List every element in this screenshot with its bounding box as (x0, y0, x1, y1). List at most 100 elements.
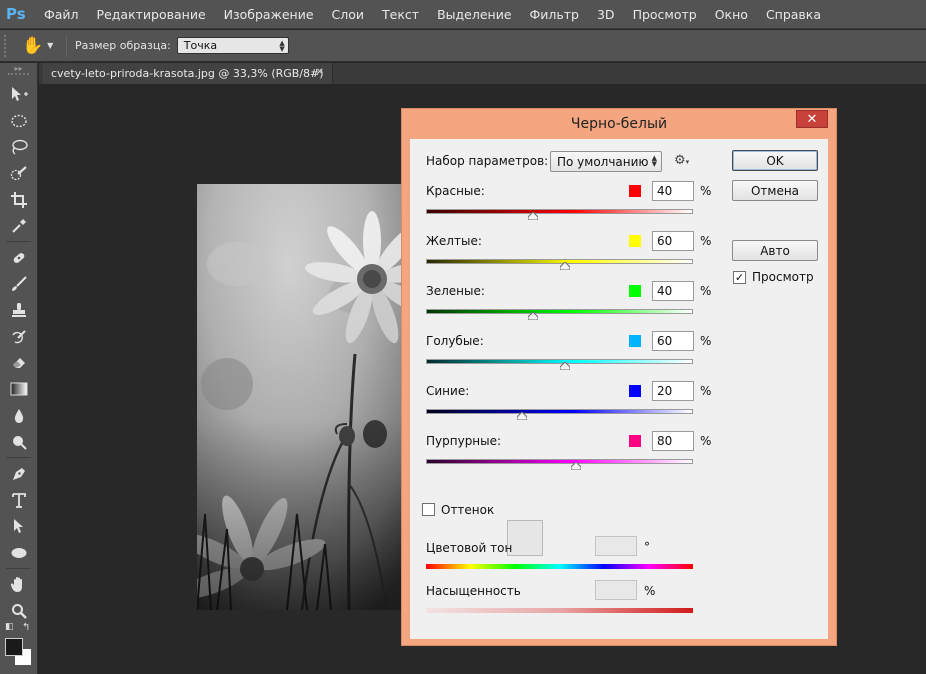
menu-select[interactable]: Выделение (437, 7, 511, 22)
slider-thumb[interactable] (517, 412, 528, 420)
dropdown-arrow-icon: ▼ (47, 41, 54, 50)
slider-track[interactable] (426, 459, 693, 464)
sample-size-select[interactable]: Точка ▲ ▼ (176, 37, 289, 54)
eraser-icon[interactable] (0, 350, 38, 376)
document-image[interactable] (197, 184, 402, 610)
eyedropper-icon[interactable] (0, 213, 38, 239)
menu-image[interactable]: Изображение (224, 7, 314, 22)
saturation-slider-track[interactable] (426, 608, 693, 613)
tools-divider (6, 568, 31, 570)
slider-color-swatch (629, 435, 641, 447)
slider-track[interactable] (426, 409, 693, 414)
menu-view[interactable]: Просмотр (633, 7, 697, 22)
preset-label: Набор параметров: (426, 154, 549, 168)
preview-checkbox[interactable]: ✓ (733, 271, 746, 284)
menu-filter[interactable]: Фильтр (530, 7, 579, 22)
default-colors-icon[interactable]: ◧ (5, 622, 14, 632)
hand-tool-icon[interactable] (0, 571, 38, 597)
swap-colors-icon[interactable]: ↰ (22, 622, 30, 633)
clone-stamp-icon[interactable] (0, 297, 38, 323)
document-tab-bar: cvety-leto-priroda-krasota.jpg @ 33,3% (… (39, 63, 926, 84)
dialog-title[interactable]: Черно-белый (402, 109, 836, 139)
hue-unit: ° (644, 540, 650, 554)
options-bar: ✋ ▼ Размер образца: Точка ▲ ▼ (0, 30, 926, 62)
spinner-arrows-icon: ▲ ▼ (651, 154, 657, 168)
tint-color-swatch[interactable] (507, 520, 543, 556)
slider-value-input[interactable]: 20 (652, 381, 694, 401)
slider-value-input[interactable]: 40 (652, 181, 694, 201)
saturation-unit: % (644, 584, 656, 598)
pen-icon[interactable] (0, 460, 38, 486)
slider-thumb[interactable] (559, 362, 570, 370)
history-brush-icon[interactable] (0, 324, 38, 350)
slider-value-input[interactable]: 60 (652, 331, 694, 351)
dialog-close-button[interactable]: ✕ (796, 110, 828, 128)
foreground-color-swatch[interactable] (5, 638, 23, 656)
tint-label: Оттенок (441, 503, 495, 517)
close-document-icon[interactable]: ✕ (316, 67, 324, 78)
slider-color-swatch (629, 235, 641, 247)
document-tab-title: cvety-leto-priroda-krasota.jpg @ 33,3% (… (51, 67, 324, 80)
saturation-input[interactable] (595, 580, 637, 600)
slider-track[interactable] (426, 209, 693, 214)
dodge-icon[interactable] (0, 429, 38, 455)
hand-icon: ✋ (22, 35, 44, 56)
menu-3d[interactable]: 3D (597, 7, 615, 22)
menu-window[interactable]: Окно (715, 7, 748, 22)
slider-percent-sign: % (700, 184, 712, 198)
slider-thumb[interactable] (559, 262, 570, 270)
tools-panel-grip[interactable] (8, 73, 29, 81)
menu-edit[interactable]: Редактирование (97, 7, 206, 22)
tool-preset-picker[interactable]: ✋ ▼ (22, 36, 58, 56)
slider-percent-sign: % (700, 434, 712, 448)
move-tool-icon[interactable] (0, 81, 38, 107)
hue-slider-track[interactable] (426, 564, 693, 569)
brush-icon[interactable] (0, 271, 38, 297)
menu-type[interactable]: Текст (382, 7, 419, 22)
slider-color-swatch (629, 285, 641, 297)
hue-input[interactable] (595, 536, 637, 556)
menu-help[interactable]: Справка (766, 7, 821, 22)
slider-color-swatch (629, 185, 641, 197)
preset-value: По умолчанию (557, 154, 649, 169)
menu-file[interactable]: Файл (44, 7, 79, 22)
dialog-body: Набор параметров: По умолчанию ▲ ▼ ⚙▾ OK … (410, 139, 828, 639)
lasso-icon[interactable] (0, 134, 38, 160)
preset-select[interactable]: По умолчанию ▲ ▼ (550, 151, 662, 172)
type-icon[interactable] (0, 487, 38, 513)
gear-icon[interactable]: ⚙▾ (674, 153, 689, 168)
slider-percent-sign: % (700, 234, 712, 248)
spinner-arrows-icon: ▲ ▼ (279, 38, 285, 53)
healing-brush-icon[interactable] (0, 244, 38, 270)
gradient-icon[interactable] (0, 376, 38, 402)
elliptical-marquee-icon[interactable] (0, 107, 38, 133)
cancel-button[interactable]: Отмена (732, 180, 818, 201)
blur-icon[interactable] (0, 403, 38, 429)
panel-collapse-icon[interactable]: ▸▸ (0, 63, 37, 73)
slider-color-swatch (629, 335, 641, 347)
ok-button[interactable]: OK (732, 150, 818, 171)
slider-thumb[interactable] (527, 312, 538, 320)
tint-checkbox[interactable] (422, 503, 435, 516)
menu-bar: Ps Файл Редактирование Изображение Слои … (0, 0, 926, 29)
slider-label: Голубые: (426, 334, 484, 348)
options-bar-grip[interactable] (4, 34, 8, 57)
slider-thumb[interactable] (527, 212, 538, 220)
path-selection-icon[interactable] (0, 513, 38, 539)
options-divider (66, 34, 67, 57)
quick-selection-icon[interactable] (0, 160, 38, 186)
sample-size-value: Точка (183, 39, 218, 52)
document-tab[interactable]: cvety-leto-priroda-krasota.jpg @ 33,3% (… (43, 63, 333, 84)
slider-thumb[interactable] (570, 462, 581, 470)
slider-label: Зеленые: (426, 284, 485, 298)
color-swatches: ◧ ↰ (0, 618, 38, 674)
slider-value-input[interactable]: 80 (652, 431, 694, 451)
auto-button[interactable]: Авто (732, 240, 818, 261)
slider-track[interactable] (426, 309, 693, 314)
ellipse-shape-icon[interactable] (0, 540, 38, 566)
slider-value-input[interactable]: 60 (652, 231, 694, 251)
checkmark-icon: ✓ (734, 271, 745, 284)
menu-layers[interactable]: Слои (332, 7, 365, 22)
crop-icon[interactable] (0, 187, 38, 213)
slider-value-input[interactable]: 40 (652, 281, 694, 301)
